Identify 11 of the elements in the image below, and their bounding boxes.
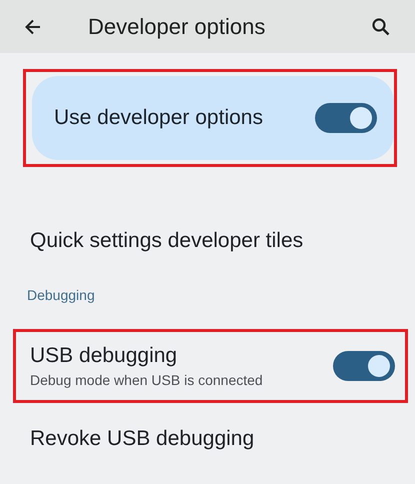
setting-title[interactable]: Quick settings developer tiles xyxy=(30,229,304,253)
toggle-switch[interactable] xyxy=(333,351,395,381)
search-icon[interactable] xyxy=(371,16,391,36)
setting-summary: Debug mode when USB is connected xyxy=(30,372,263,388)
screen-title: Developer options xyxy=(88,14,266,40)
setting-title[interactable]: Revoke USB debugging xyxy=(30,427,254,451)
switch-label: Use developer options xyxy=(54,106,263,130)
section-header: Debugging xyxy=(27,287,95,303)
main-switch-card[interactable]: Use developer options xyxy=(32,76,394,160)
setting-title[interactable]: USB debugging xyxy=(30,344,263,368)
toggle-switch[interactable] xyxy=(315,103,377,133)
